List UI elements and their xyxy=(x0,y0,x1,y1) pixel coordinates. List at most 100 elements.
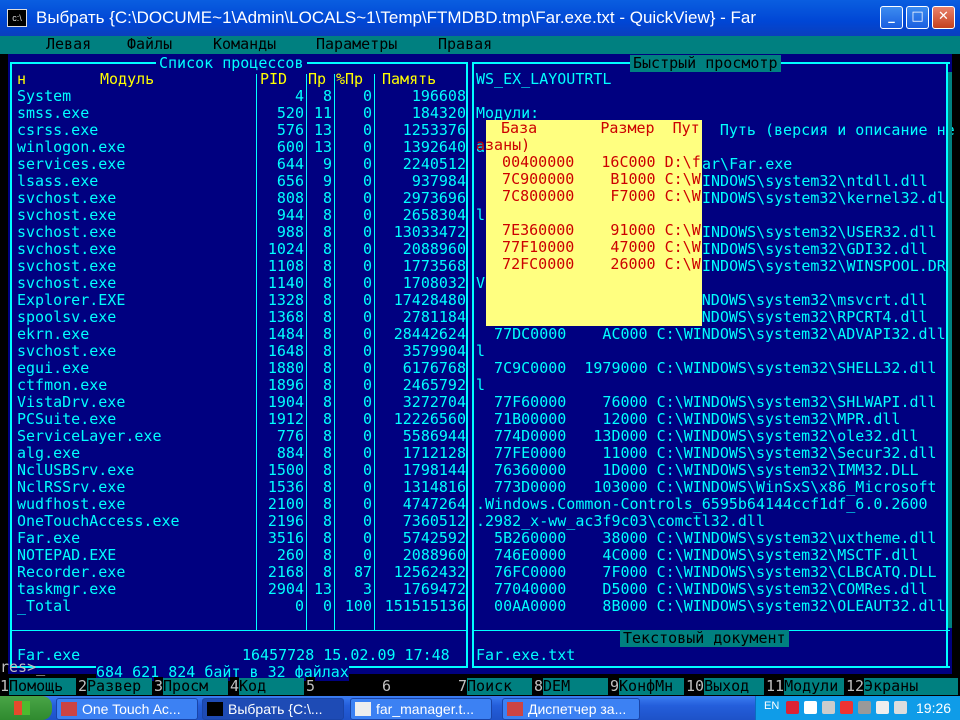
table-row[interactable]: OneTouchAccess.exe 2196 8 0 7360512 xyxy=(12,513,466,530)
taskbar-button[interactable]: far_manager.t... xyxy=(350,698,492,720)
tray-app-icon[interactable] xyxy=(804,701,817,714)
module-path: ar\Far.exe xyxy=(702,155,793,173)
table-row[interactable]: ServiceLayer.exe 776 8 0 5586944 xyxy=(12,428,466,445)
process-cpu: 3 xyxy=(362,580,372,598)
taskbar-button[interactable]: One Touch Ac... xyxy=(56,698,198,720)
language-indicator[interactable]: EN xyxy=(764,700,779,712)
table-row[interactable]: spoolsv.exe 1368 8 0 2781184 xyxy=(12,309,466,326)
taskbar-button[interactable]: Выбрать {C:\... xyxy=(202,698,344,720)
system-tray[interactable]: EN 19:26 xyxy=(755,696,960,720)
table-row[interactable]: svchost.exe 1648 8 0 3579904 xyxy=(12,343,466,360)
process-cpu: 0 xyxy=(362,427,372,445)
table-row[interactable]: Far.exe 3516 8 0 5742592 xyxy=(12,530,466,547)
volume-icon[interactable] xyxy=(894,701,907,714)
fkey-6[interactable]: 6 xyxy=(382,677,458,695)
col-header-pid[interactable]: PID xyxy=(260,71,287,88)
console-app-icon[interactable]: c:\ xyxy=(7,9,27,27)
table-row[interactable]: NclUSBSrv.exe 1500 8 0 1798144 xyxy=(12,462,466,479)
col-header-n[interactable]: н xyxy=(17,71,26,88)
table-row[interactable]: alg.exe 884 8 0 1712128 xyxy=(12,445,466,462)
table-row[interactable]: smss.exe 520 11 0 184320 xyxy=(12,105,466,122)
table-row[interactable]: _Total 0 0 100 151515136 xyxy=(12,598,466,615)
fkey-8[interactable]: 8DEM xyxy=(534,677,610,695)
maximize-button[interactable]: □ xyxy=(906,6,929,29)
menu-commands[interactable]: Команды xyxy=(213,36,276,53)
fkey-3[interactable]: 3Просм xyxy=(154,677,230,695)
table-row[interactable]: ctfmon.exe 1896 8 0 2465792 xyxy=(12,377,466,394)
process-name: VistaDrv.exe xyxy=(17,393,126,411)
table-row[interactable]: NOTEPAD.EXE 260 8 0 2088960 xyxy=(12,547,466,564)
table-row[interactable]: svchost.exe 808 8 0 2973696 xyxy=(12,190,466,207)
table-row[interactable]: VistaDrv.exe 1904 8 0 3272704 xyxy=(12,394,466,411)
fkey-4[interactable]: 4Код xyxy=(230,677,306,695)
fkey-2[interactable]: 2Развер xyxy=(78,677,154,695)
close-button[interactable]: ✕ xyxy=(932,6,955,29)
process-pid: 260 xyxy=(276,546,304,564)
clock[interactable]: 19:26 xyxy=(916,700,951,716)
fkey-9[interactable]: 9КонфМн xyxy=(610,677,686,695)
table-row[interactable]: svchost.exe 1024 8 0 2088960 xyxy=(12,241,466,258)
process-pid: 1108 xyxy=(267,257,304,275)
table-row[interactable]: taskmgr.exe 2904 13 3 1769472 xyxy=(12,581,466,598)
tray-app-icon[interactable] xyxy=(840,701,853,714)
col-header-cpu[interactable]: %Пр xyxy=(336,71,363,88)
table-row[interactable]: svchost.exe 1108 8 0 1773568 xyxy=(12,258,466,275)
process-priority: 8 xyxy=(322,189,332,207)
table-row[interactable]: services.exe 644 9 0 2240512 xyxy=(12,156,466,173)
quick-view-line: 774D0000 13D000 C:\WINDOWS\system32\ole3… xyxy=(476,427,919,445)
table-row[interactable]: Explorer.EXE 1328 8 0 17428480 xyxy=(12,292,466,309)
table-row[interactable]: NclRSSrv.exe 1536 8 0 1314816 xyxy=(12,479,466,496)
table-row[interactable]: lsass.exe 656 9 0 937984 xyxy=(12,173,466,190)
fkey-12[interactable]: 12Экраны xyxy=(846,677,960,695)
table-row[interactable]: ekrn.exe 1484 8 0 28442624 xyxy=(12,326,466,343)
minimize-button[interactable]: _ xyxy=(880,6,903,29)
fkey-number: 7 xyxy=(458,677,468,695)
taskbar-button[interactable]: Диспетчер за... xyxy=(502,698,640,720)
function-key-bar[interactable]: 1Помощь 2Развер 3Просм 4Код 5 6 7Поиск 8DEM 9Кон… xyxy=(0,677,960,695)
process-cpu: 0 xyxy=(362,512,372,530)
table-row[interactable]: wudfhost.exe 2100 8 0 4747264 xyxy=(12,496,466,513)
table-row[interactable]: Recorder.exe 2168 8 87 12562432 xyxy=(12,564,466,581)
start-button[interactable] xyxy=(0,696,52,720)
process-cpu: 0 xyxy=(362,291,372,309)
fkey-11[interactable]: 11Модули xyxy=(766,677,846,695)
process-list-panel[interactable]: Список процессов н Модуль PID Пр %Пр Пам… xyxy=(8,54,470,681)
process-priority: 8 xyxy=(322,376,332,394)
quick-view-scrollbar[interactable] xyxy=(948,72,952,628)
fkey-10[interactable]: 10Выход xyxy=(686,677,766,695)
table-row[interactable]: winlogon.exe 600 13 0 1392640 xyxy=(12,139,466,156)
quick-view-line: 746E0000 4C000 C:\WINDOWS\system32\MSCTF… xyxy=(476,546,919,564)
table-row[interactable]: egui.exe 1880 8 0 6176768 xyxy=(12,360,466,377)
table-row[interactable]: PCSuite.exe 1912 8 0 12226560 xyxy=(12,411,466,428)
col-header-memory[interactable]: Память xyxy=(382,71,436,88)
table-row[interactable]: svchost.exe 988 8 0 13033472 xyxy=(12,224,466,241)
table-row[interactable]: svchost.exe 1140 8 0 1708032 xyxy=(12,275,466,292)
windows-taskbar[interactable]: One Touch Ac... Выбрать {C:\... far_manage… xyxy=(0,696,960,720)
far-console[interactable]: Левая Файлы Команды Параметры Правая Спи… xyxy=(0,36,960,696)
fkey-5[interactable]: 5 xyxy=(306,677,382,695)
process-cpu: 0 xyxy=(362,240,372,258)
menu-options[interactable]: Параметры xyxy=(316,36,397,53)
tray-app-icon[interactable] xyxy=(822,701,835,714)
fkey-7[interactable]: 7Поиск xyxy=(458,677,534,695)
tray-app-icon[interactable] xyxy=(858,701,871,714)
menu-files[interactable]: Файлы xyxy=(127,36,172,53)
process-name: svchost.exe xyxy=(17,206,117,224)
table-row[interactable]: csrss.exe 576 13 0 1253376 xyxy=(12,122,466,139)
command-line[interactable]: res>_ xyxy=(0,659,45,676)
menu-left[interactable]: Левая xyxy=(46,36,91,53)
menu-right[interactable]: Правая xyxy=(438,36,492,53)
col-header-priority[interactable]: Пр xyxy=(308,71,326,88)
process-pid: 1500 xyxy=(267,461,304,479)
process-memory: 7360512 xyxy=(402,512,466,530)
tray-app-icon[interactable] xyxy=(786,701,799,714)
window-title-bar[interactable]: c:\ Выбрать {C:\DOCUME~1\Admin\LOCALS~1\… xyxy=(0,0,960,36)
fkey-1[interactable]: 1Помощь xyxy=(0,677,78,695)
col-header-module[interactable]: Модуль xyxy=(100,71,154,88)
process-pid: 2168 xyxy=(267,563,304,581)
table-row[interactable]: System 4 8 0 196608 xyxy=(12,88,466,105)
tray-app-icon[interactable] xyxy=(876,701,889,714)
process-memory: 196608 xyxy=(411,87,466,105)
far-menu-bar[interactable]: Левая Файлы Команды Параметры Правая xyxy=(0,36,960,54)
table-row[interactable]: svchost.exe 944 8 0 2658304 xyxy=(12,207,466,224)
